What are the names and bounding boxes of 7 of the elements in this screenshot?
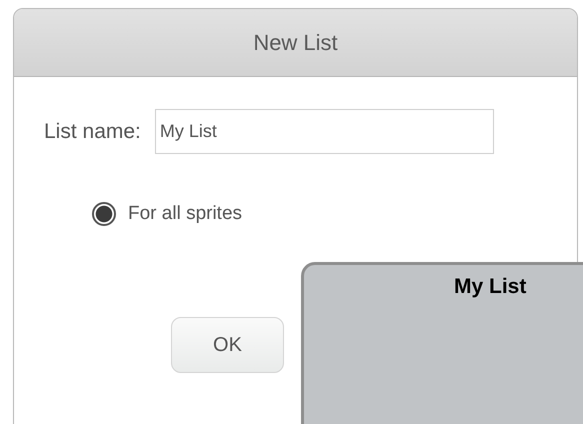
dialog-title: New List [253,30,338,56]
radio-button[interactable] [92,202,116,226]
radio-label: For all sprites [128,203,242,225]
list-name-label: List name: [44,120,141,144]
list-name-field[interactable]: My List [154,109,494,154]
ok-button[interactable]: OK [171,317,284,373]
list-monitor-title: My List [454,275,526,298]
